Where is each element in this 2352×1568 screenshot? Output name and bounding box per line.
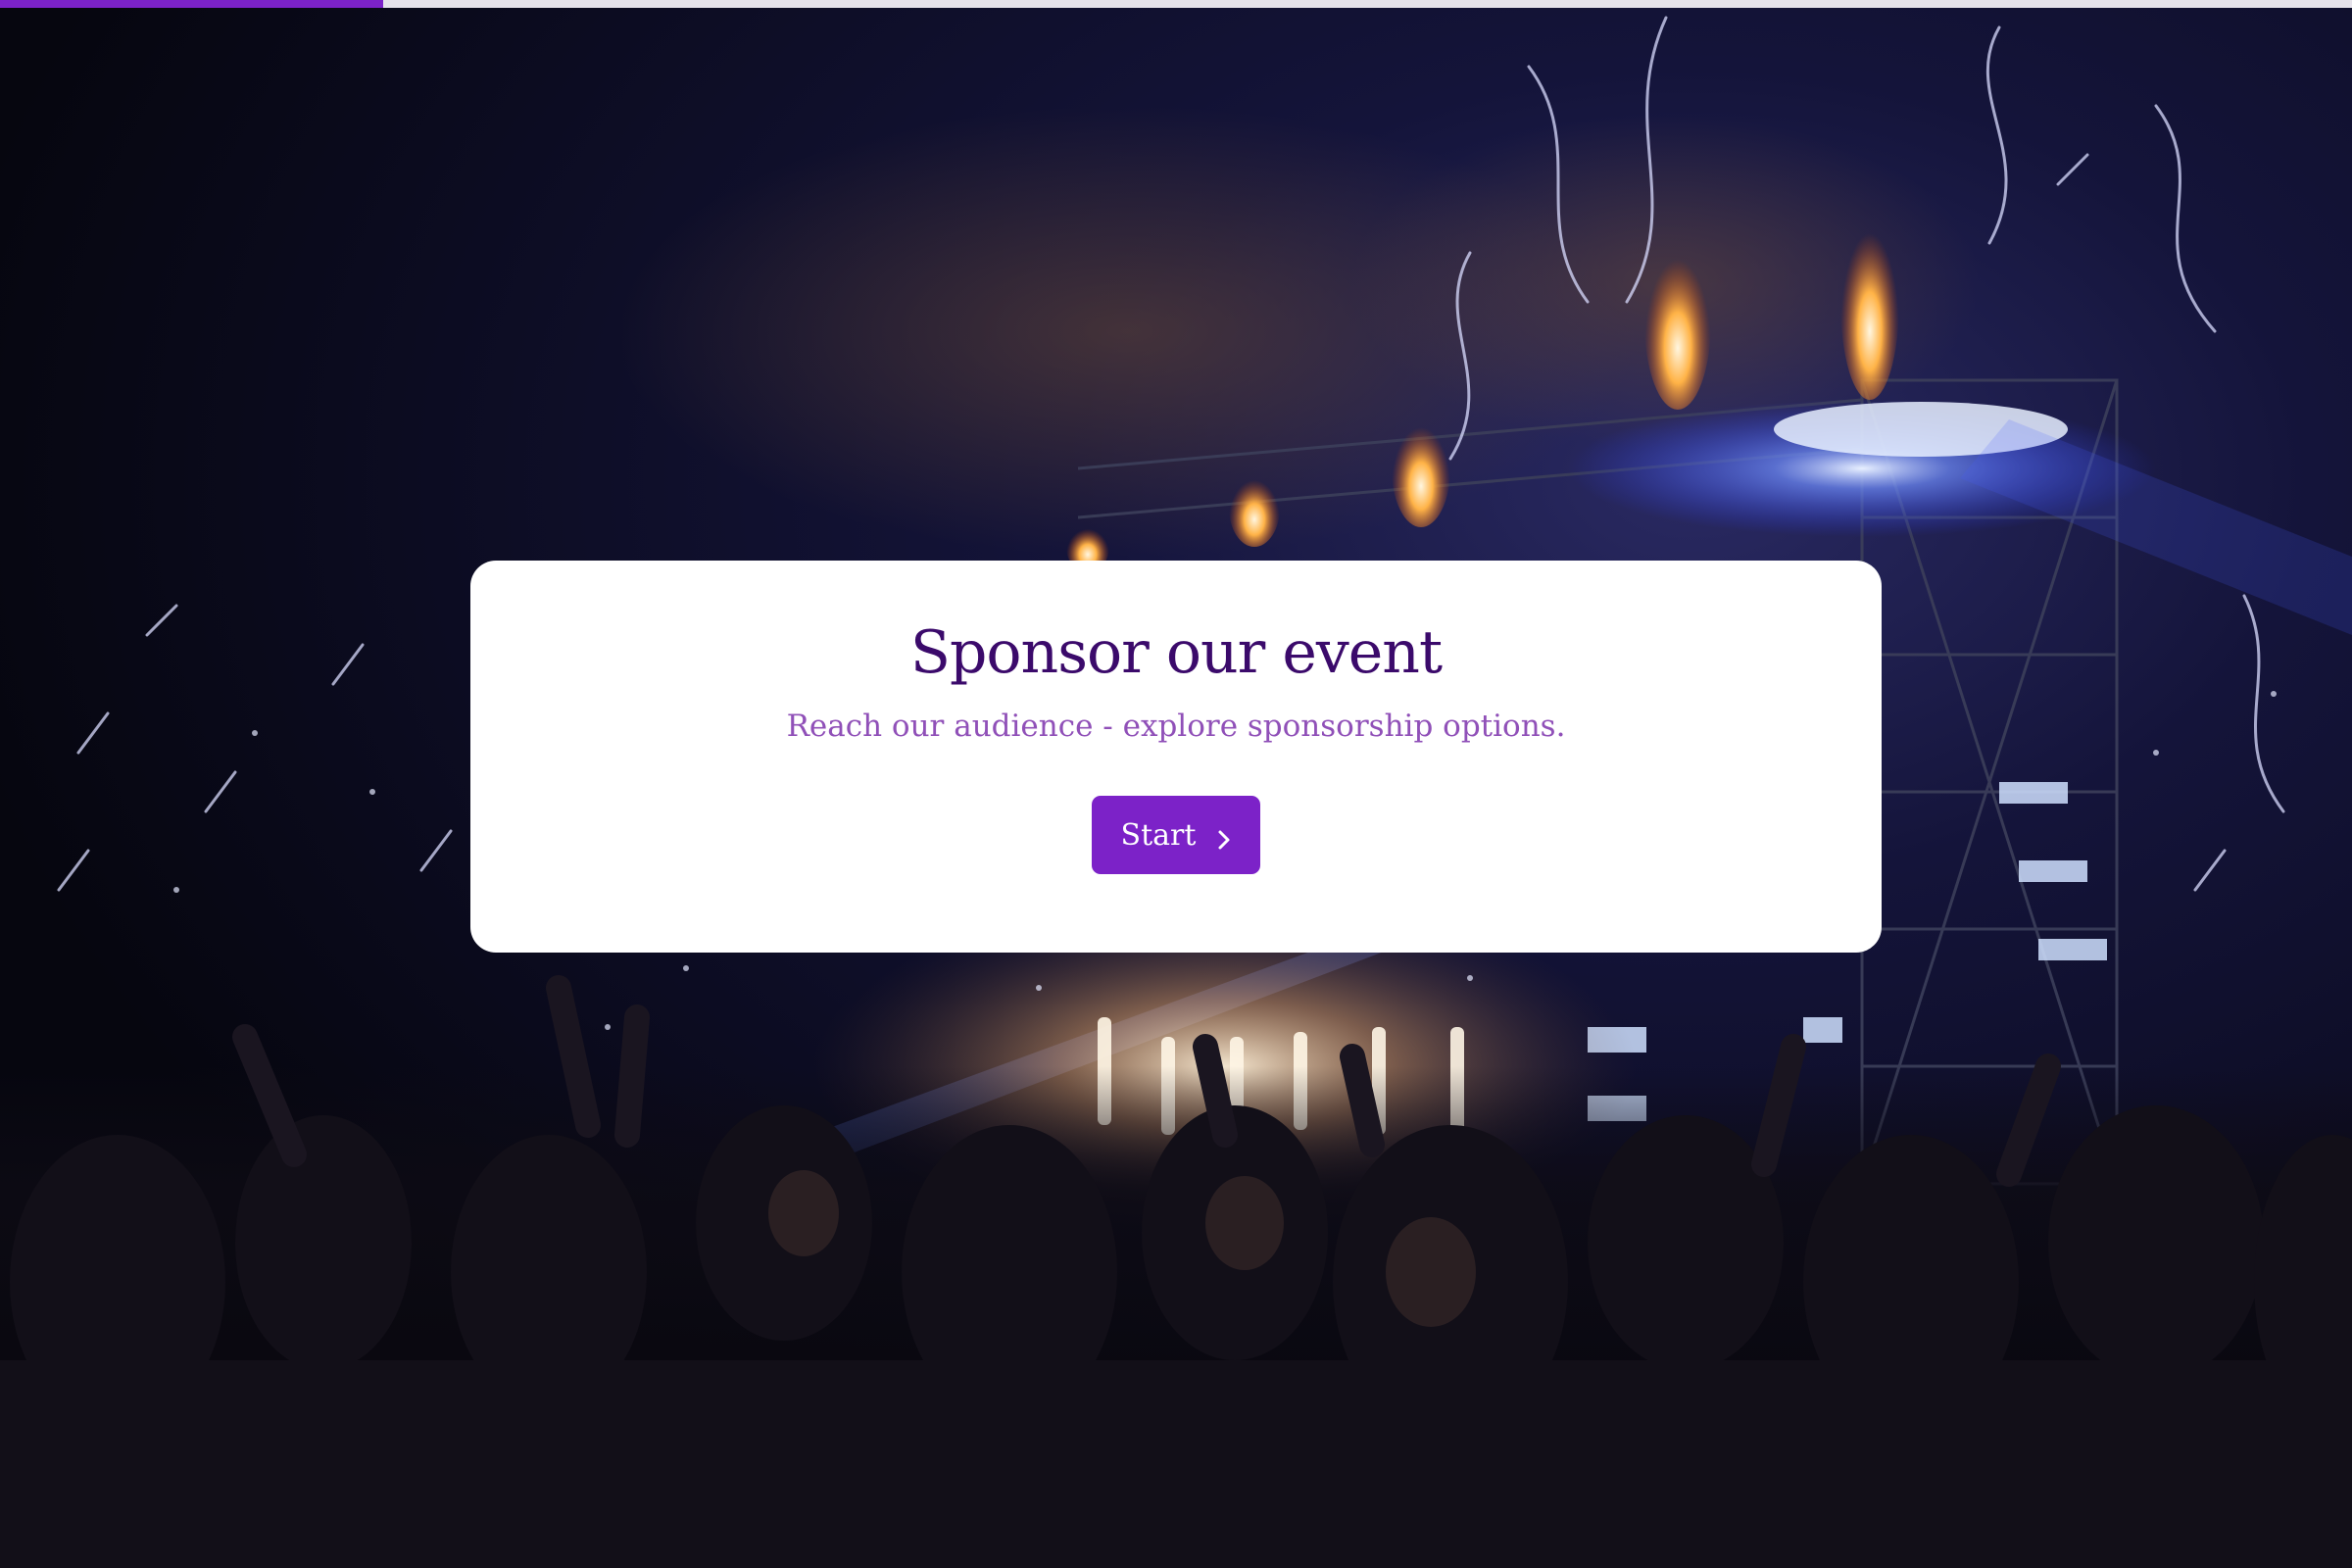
card-subtitle: Reach our audience - explore sponsorship… bbox=[786, 709, 1566, 744]
progress-bar-fill bbox=[0, 0, 384, 8]
welcome-card: Sponsor our event Reach our audience - e… bbox=[470, 561, 1882, 953]
start-button[interactable]: Start bbox=[1092, 796, 1260, 875]
progress-bar bbox=[0, 0, 2352, 8]
card-title: Sponsor our event bbox=[909, 618, 1443, 687]
survey-welcome-screen: Sponsor our event Reach our audience - e… bbox=[0, 0, 2352, 1568]
start-button-label: Start bbox=[1120, 817, 1197, 853]
chevron-right-icon bbox=[1217, 824, 1231, 850]
